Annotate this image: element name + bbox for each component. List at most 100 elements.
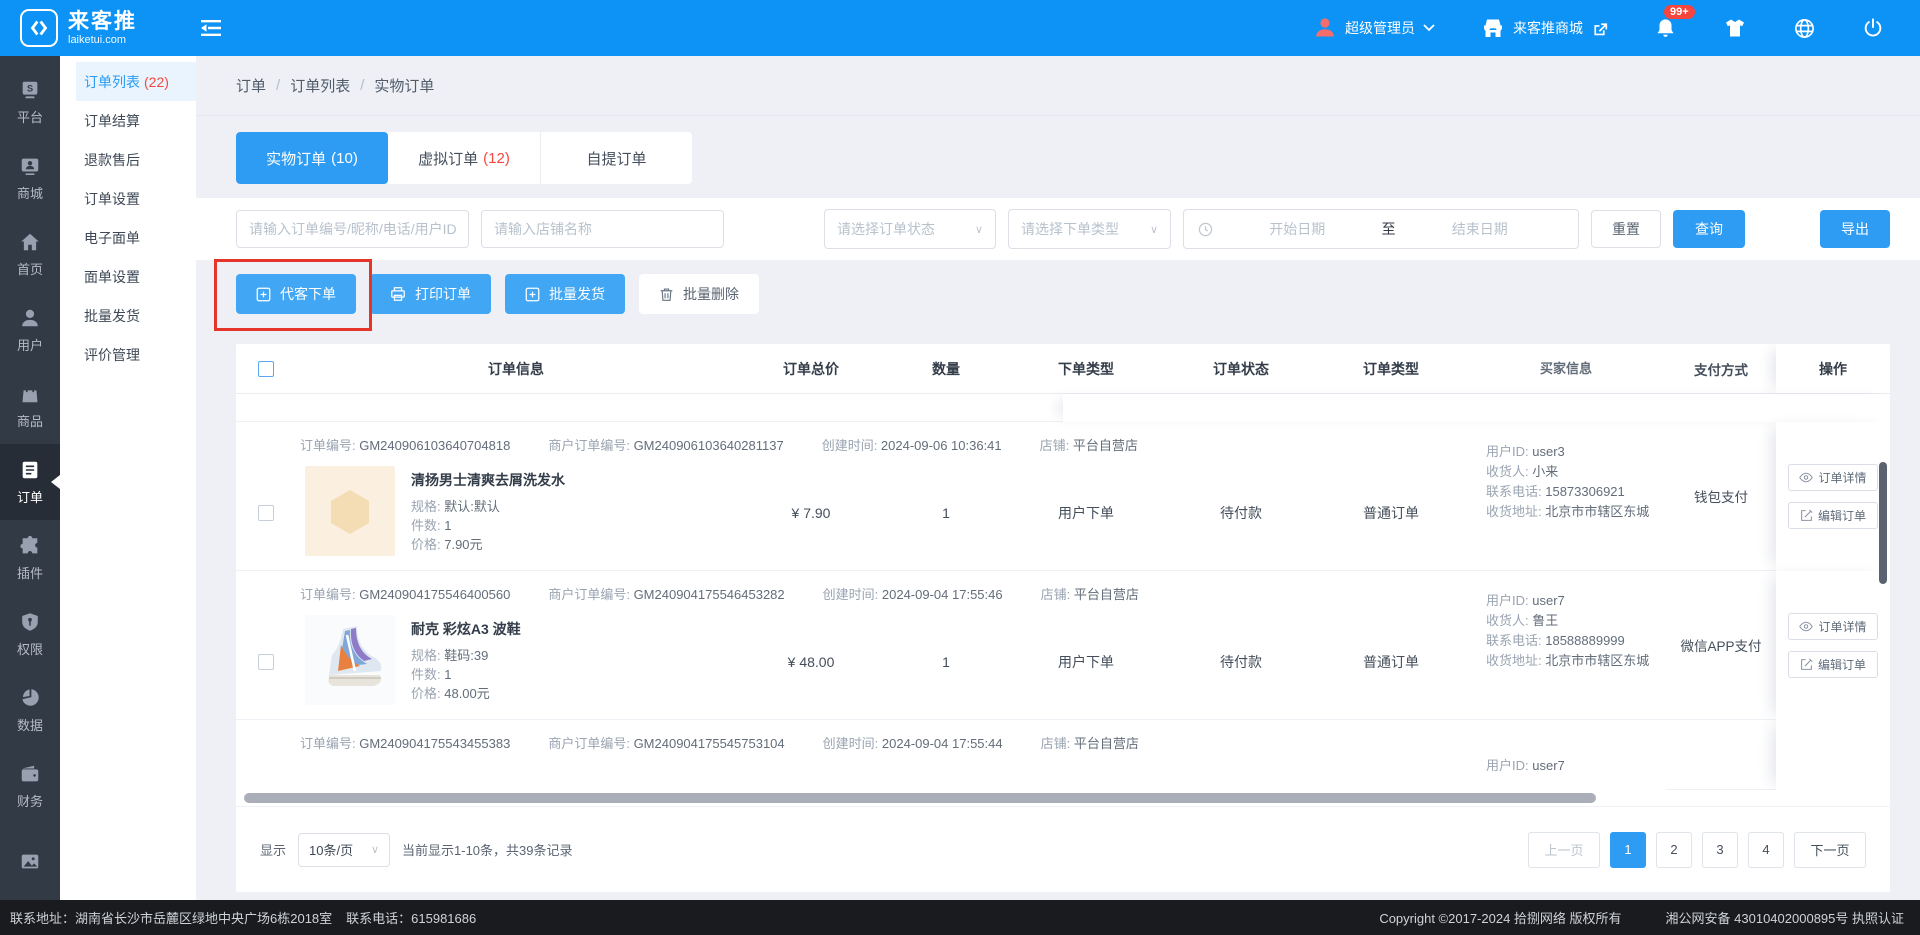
menu-batch-ship[interactable]: 批量发货 bbox=[60, 296, 196, 335]
order-edit-button[interactable]: 编辑订单 bbox=[1788, 651, 1878, 678]
menu-review-management[interactable]: 评价管理 bbox=[60, 335, 196, 374]
main-content: 订单 / 订单列表 / 实物订单 实物订单 (10) 虚拟订单 (12) 自提订… bbox=[196, 56, 1920, 900]
shop-name-input[interactable] bbox=[481, 210, 724, 248]
table-row: 订单编号: GM240904175546400560 商户订单编号: GM240… bbox=[236, 571, 1890, 720]
app-logo[interactable]: 来客推 laiketui.com bbox=[0, 9, 186, 47]
order-type-select[interactable]: 请选择下单类型 ∨ bbox=[1008, 209, 1171, 249]
order-detail-button[interactable]: 订单详情 bbox=[1788, 464, 1878, 491]
menu-e-waybill[interactable]: 电子面单 bbox=[60, 218, 196, 257]
export-button[interactable]: 导出 bbox=[1820, 210, 1890, 248]
sidebar-item-finance[interactable]: 财务 bbox=[0, 748, 60, 824]
order-keyword-input[interactable] bbox=[236, 210, 469, 248]
sidebar-item-platform[interactable]: S 平台 bbox=[0, 64, 60, 140]
menu-waybill-settings[interactable]: 面单设置 bbox=[60, 257, 196, 296]
footer-phone: 联系电话：615981686 bbox=[346, 911, 477, 926]
page-size-select[interactable]: 10条/页 ∨ bbox=[298, 832, 391, 867]
select-all-checkbox[interactable] bbox=[258, 360, 274, 377]
pay-method: 钱包支付 bbox=[1666, 422, 1776, 571]
order-qty: 1 bbox=[942, 654, 950, 670]
vertical-scrollbar-thumb[interactable] bbox=[1879, 462, 1887, 584]
tshirt-icon bbox=[1726, 19, 1744, 37]
sidebar-item-goods[interactable]: 商品 bbox=[0, 368, 60, 444]
printer-icon bbox=[391, 287, 405, 301]
sidebar-item-mall[interactable]: 商城 bbox=[0, 140, 60, 216]
page-button-3[interactable]: 3 bbox=[1702, 831, 1738, 868]
admin-name: 超级管理员 bbox=[1345, 20, 1415, 36]
sidebar-item-home[interactable]: 首页 bbox=[0, 216, 60, 292]
product-name: 耐克 彩炫A3 波鞋 bbox=[411, 621, 521, 637]
plus-square-icon bbox=[525, 287, 540, 301]
external-link-icon bbox=[1594, 22, 1608, 35]
breadcrumb-physical-orders: 实物订单 bbox=[374, 78, 435, 95]
merchant-order-no: GM240904175545753104 bbox=[633, 736, 785, 751]
reset-button[interactable]: 重置 bbox=[1591, 210, 1661, 248]
sidebar-item-users[interactable]: 用户 bbox=[0, 292, 60, 368]
footer: 联系地址：湖南省长沙市岳麓区绿地中央广场6栋2018室 联系电话：6159816… bbox=[0, 900, 1920, 935]
svg-text:S: S bbox=[27, 83, 33, 93]
created-time: 2024-09-04 17:55:46 bbox=[881, 587, 1003, 602]
tab-pickup-orders[interactable]: 自提订单 bbox=[540, 132, 692, 184]
tab-physical-orders[interactable]: 实物订单 (10) bbox=[236, 132, 388, 184]
order-list-count: (22) bbox=[144, 73, 169, 90]
next-page-button[interactable]: 下一页 bbox=[1794, 831, 1866, 868]
page-button-1[interactable]: 1 bbox=[1610, 831, 1646, 868]
filter-bar: 请选择订单状态 ∨ 请选择下单类型 ∨ 开始日期 至 结束日期 重置 查询 导出 bbox=[196, 198, 1920, 260]
prev-page-button[interactable]: 上一页 bbox=[1528, 831, 1600, 868]
sidebar-item-gallery[interactable] bbox=[0, 824, 60, 900]
order-detail-button[interactable]: 订单详情 bbox=[1788, 613, 1878, 640]
order-edit-button[interactable]: 编辑订单 bbox=[1788, 502, 1878, 529]
mall-name: 来客推商城 bbox=[1513, 20, 1583, 36]
tab-virtual-orders[interactable]: 虚拟订单 (12) bbox=[388, 132, 540, 184]
chevron-down-icon bbox=[1423, 24, 1435, 32]
bell-icon bbox=[1657, 18, 1674, 37]
admin-menu[interactable]: 超级管理员 bbox=[1313, 16, 1435, 40]
order-total: ¥ 48.00 bbox=[787, 654, 835, 670]
pagination-summary: 当前显示1-10条，共39条记录 bbox=[402, 843, 573, 858]
language-button[interactable] bbox=[1793, 17, 1816, 40]
sub-sidebar: 订单列表 (22) 订单结算 退款售后 订单设置 电子面单 面单设置 批量发货 … bbox=[60, 56, 196, 900]
order-clipboard-icon bbox=[22, 461, 38, 478]
menu-order-settings[interactable]: 订单设置 bbox=[60, 179, 196, 218]
mall-link[interactable]: 来客推商城 bbox=[1481, 16, 1608, 40]
home-icon bbox=[21, 233, 39, 250]
batch-ship-button[interactable]: 批量发货 bbox=[505, 274, 625, 314]
row-checkbox[interactable] bbox=[258, 505, 274, 521]
horizontal-scrollbar-thumb[interactable] bbox=[244, 793, 1596, 803]
orders-table: 订单信息 订单总价 数量 下单类型 订单状态 订单类型 买家信息 支付方式 操作… bbox=[236, 344, 1890, 892]
date-range-picker[interactable]: 开始日期 至 结束日期 bbox=[1183, 209, 1579, 249]
print-order-button[interactable]: 打印订单 bbox=[370, 274, 491, 314]
logo-domain: laiketui.com bbox=[68, 33, 127, 46]
order-type: 普通订单 bbox=[1363, 654, 1419, 670]
header-order-status: 订单状态 bbox=[1213, 360, 1269, 377]
order-status-select[interactable]: 请选择订单状态 ∨ bbox=[824, 209, 996, 249]
header-buyer-info: 买家信息 bbox=[1539, 360, 1592, 376]
proxy-order-button[interactable]: 代客下单 bbox=[236, 274, 356, 314]
sidebar-item-orders[interactable]: 订单 bbox=[0, 444, 60, 520]
footer-filing[interactable]: 湘公网安备 43010402000895号 执照认证 bbox=[1666, 908, 1904, 927]
sidebar-collapse-icon[interactable] bbox=[200, 19, 222, 37]
page-button-2[interactable]: 2 bbox=[1656, 831, 1692, 868]
breadcrumb-orders[interactable]: 订单 bbox=[236, 75, 266, 96]
merchant-order-no: GM240904175546453282 bbox=[633, 587, 785, 602]
bag-icon bbox=[22, 384, 38, 402]
sidebar-item-plugins[interactable]: 插件 bbox=[0, 520, 60, 596]
order-no: GM240906103640704818 bbox=[359, 438, 511, 453]
theme-button[interactable] bbox=[1723, 16, 1747, 40]
product-image bbox=[305, 615, 395, 705]
menu-order-list[interactable]: 订单列表 (22) bbox=[76, 62, 196, 101]
batch-delete-button[interactable]: 批量删除 bbox=[639, 274, 759, 314]
show-label: 显示 bbox=[260, 843, 287, 858]
notifications-button[interactable]: 99+ bbox=[1654, 4, 1695, 40]
logout-button[interactable] bbox=[1862, 17, 1884, 39]
globe-icon bbox=[1795, 18, 1814, 38]
row-checkbox[interactable] bbox=[258, 654, 274, 670]
search-button[interactable]: 查询 bbox=[1673, 210, 1745, 248]
menu-refund-aftersale[interactable]: 退款售后 bbox=[60, 140, 196, 179]
shop-name: 平台自营店 bbox=[1072, 438, 1138, 453]
sidebar-item-permissions[interactable]: 权限 bbox=[0, 596, 60, 672]
page-button-4[interactable]: 4 bbox=[1748, 831, 1784, 868]
eye-icon bbox=[1799, 472, 1814, 483]
menu-order-settlement[interactable]: 订单结算 bbox=[60, 101, 196, 140]
sidebar-item-data[interactable]: 数据 bbox=[0, 672, 60, 748]
breadcrumb-order-list[interactable]: 订单列表 bbox=[290, 75, 350, 96]
